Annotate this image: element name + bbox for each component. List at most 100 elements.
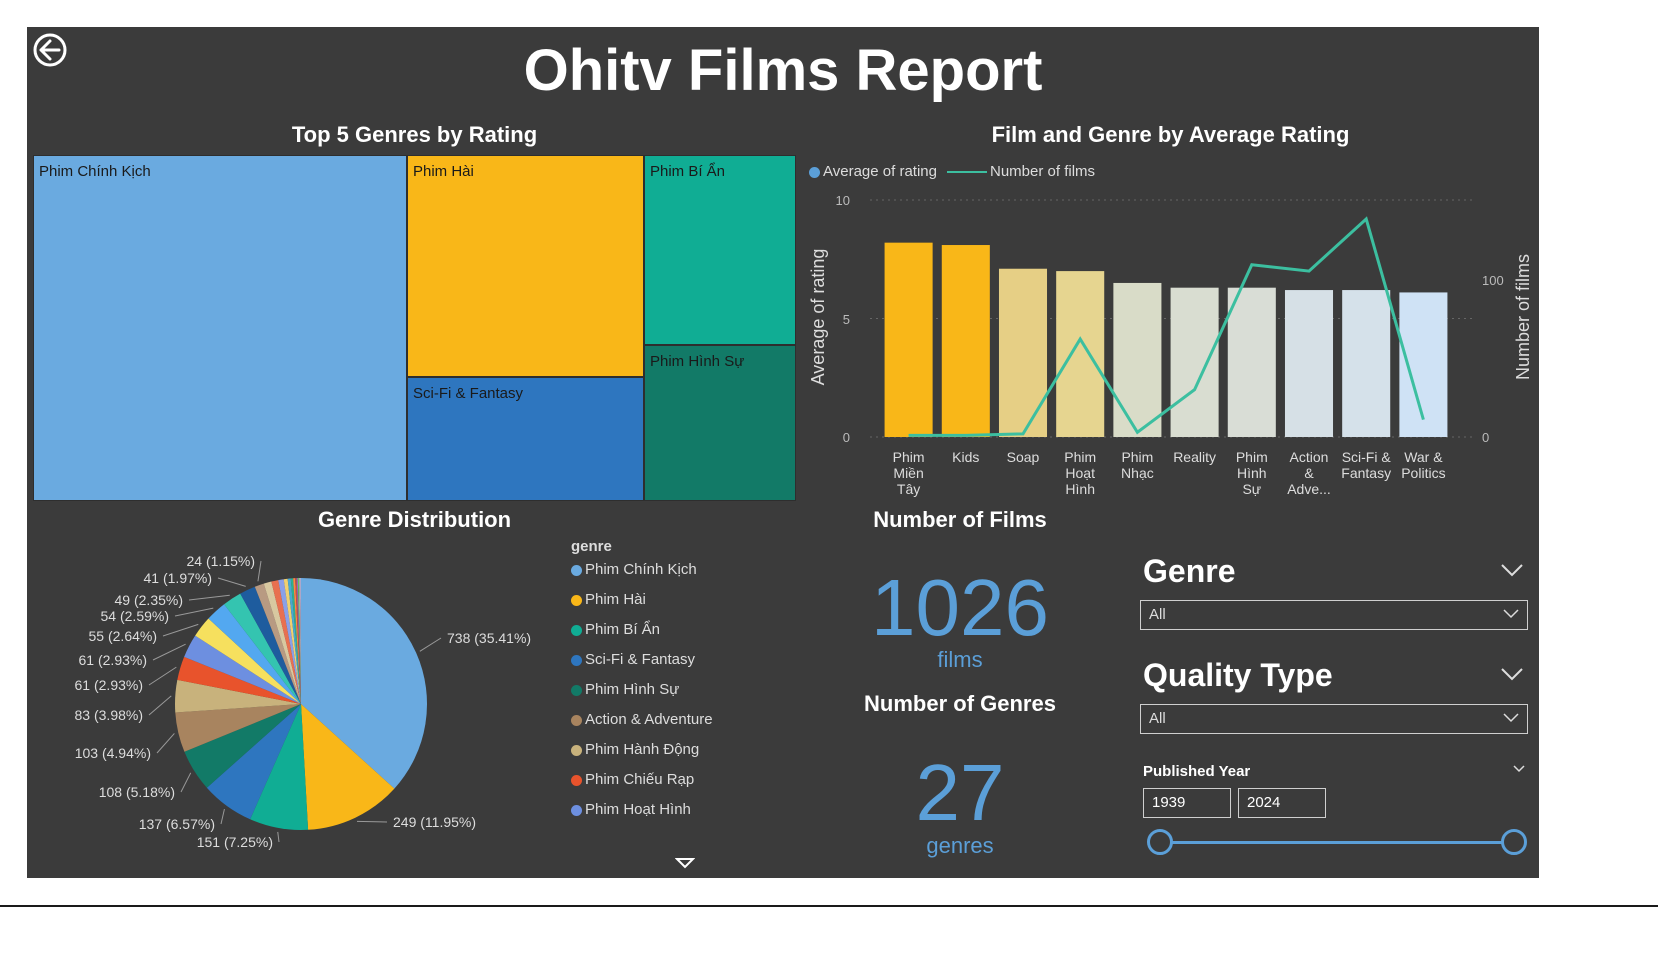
- pie-legend-item[interactable]: Phim Hình Sự: [571, 681, 679, 698]
- quality-type-dropdown[interactable]: All: [1140, 704, 1528, 734]
- scroll-down-chevron-icon[interactable]: [675, 857, 695, 869]
- bottom-divider: [0, 905, 1658, 907]
- pie-legend-title: genre: [571, 538, 612, 555]
- legend-dot-icon: [571, 774, 582, 786]
- bar-average-rating[interactable]: [1170, 287, 1219, 437]
- treemap-label: Phim Hài: [413, 163, 474, 180]
- pie-slice[interactable]: [254, 583, 301, 704]
- year-to-input[interactable]: 2024: [1238, 788, 1326, 818]
- chevron-down-icon[interactable]: [1500, 563, 1524, 577]
- legend-dot-icon: [571, 804, 582, 816]
- treemap-label: Phim Hình Sự: [650, 353, 745, 370]
- pie-slice[interactable]: [177, 656, 301, 704]
- pie-slice[interactable]: [296, 578, 301, 704]
- pie-leader-line: [162, 623, 199, 637]
- x-tick-label: Phim: [1236, 449, 1268, 465]
- bar-average-rating[interactable]: [1227, 287, 1276, 437]
- bar-average-rating[interactable]: [1113, 282, 1162, 437]
- pie-legend-item[interactable]: Action & Adventure: [571, 711, 713, 728]
- pie-slice[interactable]: [184, 704, 301, 788]
- pie-legend-item[interactable]: Phim Chính Kịch: [571, 561, 697, 578]
- y-axis-right-label: Number of films: [1513, 254, 1533, 380]
- pie-slice[interactable]: [184, 635, 301, 704]
- pie-data-label: 61 (2.93%): [75, 677, 143, 693]
- pie-leader-line: [277, 831, 280, 843]
- legend-dot-icon: [571, 684, 582, 696]
- kpi-films-value: 1026: [871, 563, 1049, 652]
- pie-data-label: 54 (2.59%): [101, 608, 169, 624]
- legend-average-rating[interactable]: Average of rating: [809, 163, 937, 180]
- pie-slice[interactable]: [290, 578, 301, 704]
- pie-slice[interactable]: [250, 704, 309, 830]
- pie-slice[interactable]: [301, 578, 427, 789]
- legend-dot-icon: [571, 654, 582, 666]
- pie-legend-item[interactable]: Phim Chiếu Rạp: [571, 771, 694, 788]
- pie-slice[interactable]: [295, 578, 301, 704]
- pie-slice[interactable]: [263, 581, 301, 704]
- x-tick-label: Sự: [1242, 481, 1261, 497]
- kpi-genres-value: 27: [915, 748, 1005, 837]
- pie-leader-line: [180, 772, 192, 793]
- bar-average-rating[interactable]: [884, 242, 933, 437]
- pie-slice[interactable]: [278, 579, 301, 704]
- x-tick-label: Tây: [897, 481, 920, 497]
- pie-legend-label: Phim Hài: [585, 591, 646, 608]
- pie-data-label: 738 (35.41%): [447, 630, 531, 646]
- pie-slice[interactable]: [271, 580, 301, 704]
- line-number-of-films[interactable]: [908, 216, 1425, 437]
- year-slider-handle-start[interactable]: [1147, 829, 1173, 855]
- pie-slice[interactable]: [293, 578, 301, 704]
- pie-legend-label: Phim Chiếu Rạp: [585, 771, 695, 788]
- treemap-title: Top 5 Genres by Rating: [291, 122, 538, 147]
- x-tick-label: Hình: [1237, 465, 1267, 481]
- pie-data-label: 83 (3.98%): [75, 707, 143, 723]
- pie-slice[interactable]: [206, 704, 301, 820]
- legend-dot-icon: [571, 624, 582, 636]
- treemap-cell-phim-hinh-su[interactable]: Phim Hình Sự: [644, 345, 796, 501]
- pie-slice[interactable]: [208, 604, 301, 704]
- pie-legend-item[interactable]: Sci-Fi & Fantasy: [571, 651, 695, 668]
- genre-dropdown[interactable]: All: [1140, 600, 1528, 630]
- treemap-cell-phim-bi-an[interactable]: Phim Bí Ẩn: [644, 155, 796, 345]
- legend-number-of-films[interactable]: Number of films: [947, 163, 1095, 180]
- pie-slice[interactable]: [195, 618, 301, 704]
- chevron-down-icon: [1503, 713, 1519, 723]
- chevron-down-icon[interactable]: [1513, 765, 1525, 773]
- pie-legend-item[interactable]: Phim Hài: [571, 591, 646, 608]
- bar-average-rating[interactable]: [998, 268, 1048, 437]
- pie-slice[interactable]: [283, 578, 301, 704]
- bar-average-rating[interactable]: [941, 245, 990, 437]
- pie-slice[interactable]: [224, 593, 301, 704]
- treemap-cell-phim-chinh-kich[interactable]: Phim Chính Kịch: [33, 155, 407, 501]
- pie-slice[interactable]: [299, 578, 301, 704]
- pie-legend-label: Phim Chính Kịch: [585, 561, 697, 578]
- year-from-input[interactable]: 1939: [1143, 788, 1231, 818]
- chevron-down-icon[interactable]: [1500, 667, 1524, 681]
- chevron-down-icon: [1503, 609, 1519, 619]
- treemap-cell-phim-hai[interactable]: Phim Hài: [407, 155, 644, 377]
- pie-leader-line: [152, 643, 186, 661]
- combo-chart-title: Film and Genre by Average Rating: [991, 122, 1350, 147]
- pie-chart-title: Genre Distribution: [317, 507, 512, 532]
- pie-legend-item[interactable]: Phim Hành Động: [571, 741, 699, 758]
- treemap-cell-sci-fi-fantasy[interactable]: Sci-Fi & Fantasy: [407, 377, 644, 501]
- pie-slice[interactable]: [301, 704, 395, 830]
- bar-average-rating[interactable]: [1342, 290, 1391, 437]
- bar-average-rating[interactable]: [1056, 271, 1105, 437]
- pie-slice[interactable]: [299, 578, 301, 704]
- legend-line-icon: [947, 171, 987, 174]
- pie-slice[interactable]: [287, 578, 301, 704]
- pie-slice[interactable]: [175, 679, 301, 713]
- pie-slice[interactable]: [175, 704, 301, 752]
- bar-average-rating[interactable]: [1399, 292, 1448, 437]
- pie-slice[interactable]: [240, 586, 301, 704]
- legend-dot-icon: [571, 744, 582, 756]
- treemap-label: Sci-Fi & Fantasy: [413, 385, 524, 402]
- bar-average-rating[interactable]: [1284, 290, 1334, 437]
- year-slider-handle-end[interactable]: [1501, 829, 1527, 855]
- pie-legend-item[interactable]: Phim Hoạt Hình: [571, 801, 691, 818]
- year-slider-track[interactable]: [1161, 841, 1515, 844]
- pie-legend-item[interactable]: Phim Bí Ẩn: [571, 621, 660, 638]
- pie-slice[interactable]: [297, 578, 301, 704]
- pie-leader-line: [257, 560, 262, 582]
